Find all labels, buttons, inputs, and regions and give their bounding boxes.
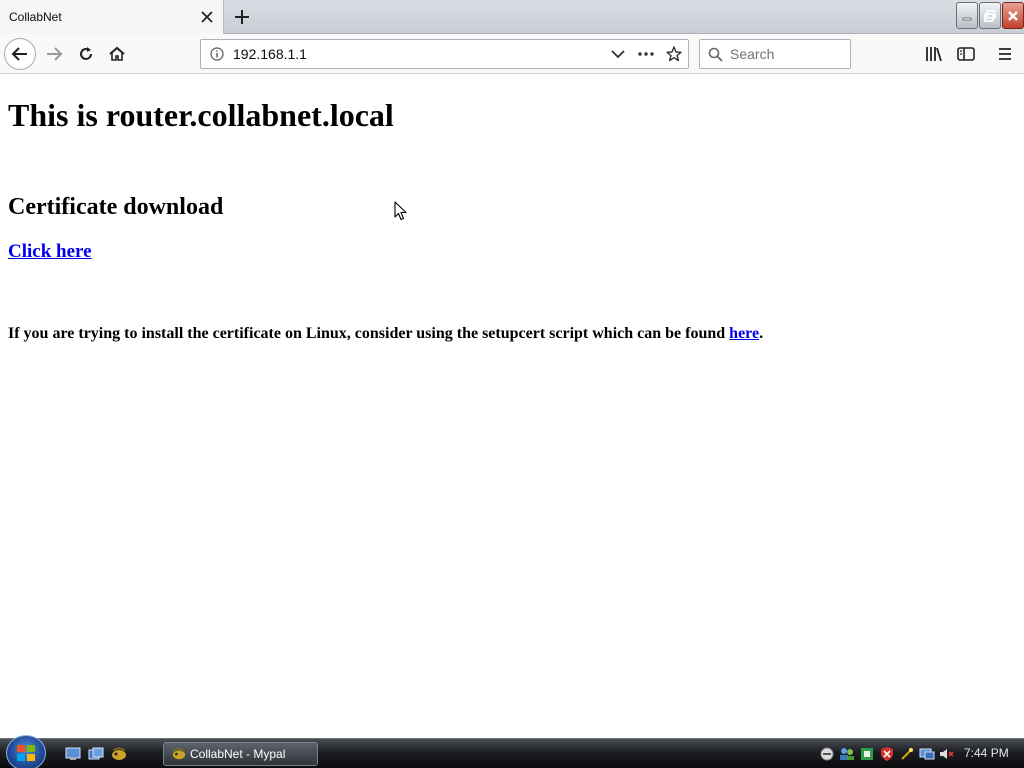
chevron-down-icon[interactable] [604, 40, 632, 68]
search-icon [700, 40, 730, 68]
tray-network-icon[interactable] [858, 746, 876, 762]
search-bar[interactable]: Search [699, 39, 851, 69]
tray-security-icon[interactable] [878, 746, 896, 762]
show-desktop-icon[interactable] [64, 745, 82, 763]
page-content: This is router.collabnet.local Certifica… [0, 75, 1024, 738]
tab-collabnet[interactable]: CollabNet [0, 0, 224, 34]
mypal-window-icon [168, 747, 190, 761]
taskbar-clock[interactable]: 7:44 PM [964, 746, 1009, 760]
navigation-toolbar: 192.168.1.1 Search [0, 34, 1024, 74]
tray-remove-icon[interactable] [818, 746, 836, 762]
minimize-button[interactable] [956, 2, 978, 29]
setupcert-link[interactable]: here [729, 325, 759, 342]
tray-wand-icon[interactable] [898, 746, 916, 762]
start-button[interactable] [6, 735, 46, 768]
linux-note: If you are trying to install the certifi… [8, 325, 763, 343]
volume-muted-icon[interactable] [938, 746, 956, 762]
window-controls [955, 2, 1024, 30]
tray-display-icon[interactable] [918, 746, 936, 762]
tray-people-icon[interactable] [838, 746, 856, 762]
switch-windows-icon[interactable] [87, 745, 105, 763]
info-icon[interactable] [201, 40, 233, 68]
restore-button[interactable] [979, 2, 1001, 29]
taskbar: CollabNet - Mypal 7:44 PM [0, 735, 1024, 768]
new-tab-plus-icon[interactable] [228, 3, 256, 31]
back-button[interactable] [4, 38, 36, 70]
hamburger-menu-icon[interactable] [989, 38, 1021, 70]
certificate-download-heading: Certificate download [8, 194, 224, 220]
certificate-download-link[interactable]: Click here [8, 241, 92, 263]
tab-title: CollabNet [9, 10, 62, 24]
bookmark-star-icon[interactable] [660, 40, 688, 68]
linux-note-period: . [759, 325, 764, 342]
library-icon[interactable] [918, 38, 950, 70]
search-placeholder[interactable]: Search [730, 46, 774, 62]
tab-close-icon[interactable] [193, 3, 221, 31]
home-button[interactable] [101, 38, 133, 70]
system-tray [818, 745, 958, 763]
mypal-browser-icon[interactable] [110, 745, 128, 763]
mouse-cursor-icon [394, 201, 408, 226]
linux-note-text: If you are trying to install the certifi… [8, 325, 730, 342]
sidebar-icon[interactable] [950, 38, 982, 70]
tab-strip: CollabNet [0, 0, 1024, 34]
page-actions-icon[interactable] [632, 40, 660, 68]
url-text[interactable]: 192.168.1.1 [233, 46, 604, 62]
taskbar-window-button[interactable]: CollabNet - Mypal [163, 742, 318, 766]
forward-button[interactable] [38, 38, 70, 70]
close-button[interactable] [1002, 2, 1024, 29]
reload-button[interactable] [70, 38, 102, 70]
page-title: This is router.collabnet.local [8, 97, 394, 133]
url-bar[interactable]: 192.168.1.1 [200, 39, 689, 69]
taskbar-window-label: CollabNet - Mypal [190, 747, 286, 761]
